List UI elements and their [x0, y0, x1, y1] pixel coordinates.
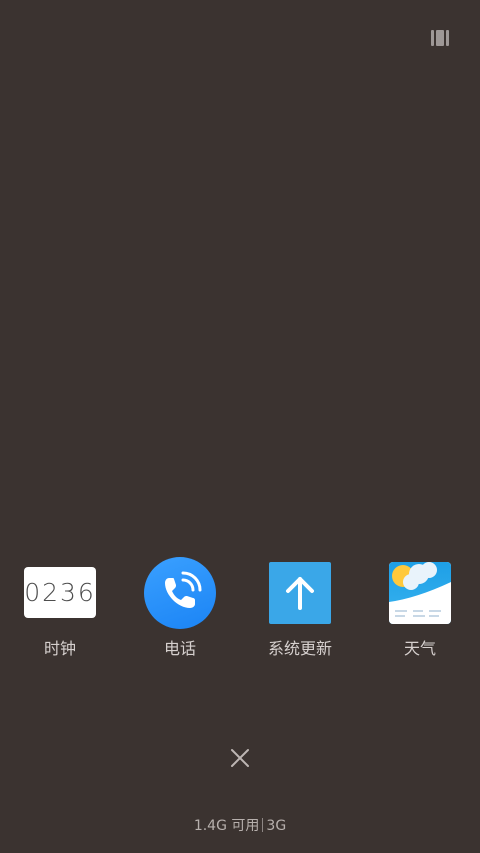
recent-apps-row: 0236 时钟 电话 系统更新 天气 [0, 557, 480, 667]
weather-sun-cloud-icon [389, 562, 451, 624]
recent-app-label: 系统更新 [267, 639, 332, 658]
recent-app-label: 天气 [403, 639, 436, 658]
close-icon [231, 749, 249, 767]
recent-app-clock[interactable]: 0236 时钟 [10, 557, 110, 667]
view-toggle-bar [431, 30, 434, 46]
arrow-up-icon [269, 562, 331, 624]
clock-icon: 0236 [24, 567, 96, 618]
view-toggle-icon[interactable] [431, 30, 451, 46]
recent-app-label: 时钟 [43, 639, 76, 658]
memory-status: 1.4G 可用 3G [0, 815, 480, 835]
memory-divider [262, 818, 264, 832]
clock-display: 0236 [24, 578, 96, 607]
recent-app-label: 电话 [163, 639, 196, 658]
recent-app-weather[interactable]: 天气 [370, 557, 470, 667]
recent-app-phone[interactable]: 电话 [130, 557, 230, 667]
view-toggle-bar [436, 30, 444, 46]
memory-total: 3G [266, 818, 287, 834]
memory-available: 1.4G 可用 [193, 818, 260, 834]
clear-all-button[interactable] [228, 746, 252, 770]
recent-app-system-update[interactable]: 系统更新 [250, 557, 350, 667]
phone-icon [144, 557, 216, 629]
view-toggle-bar [446, 30, 449, 46]
